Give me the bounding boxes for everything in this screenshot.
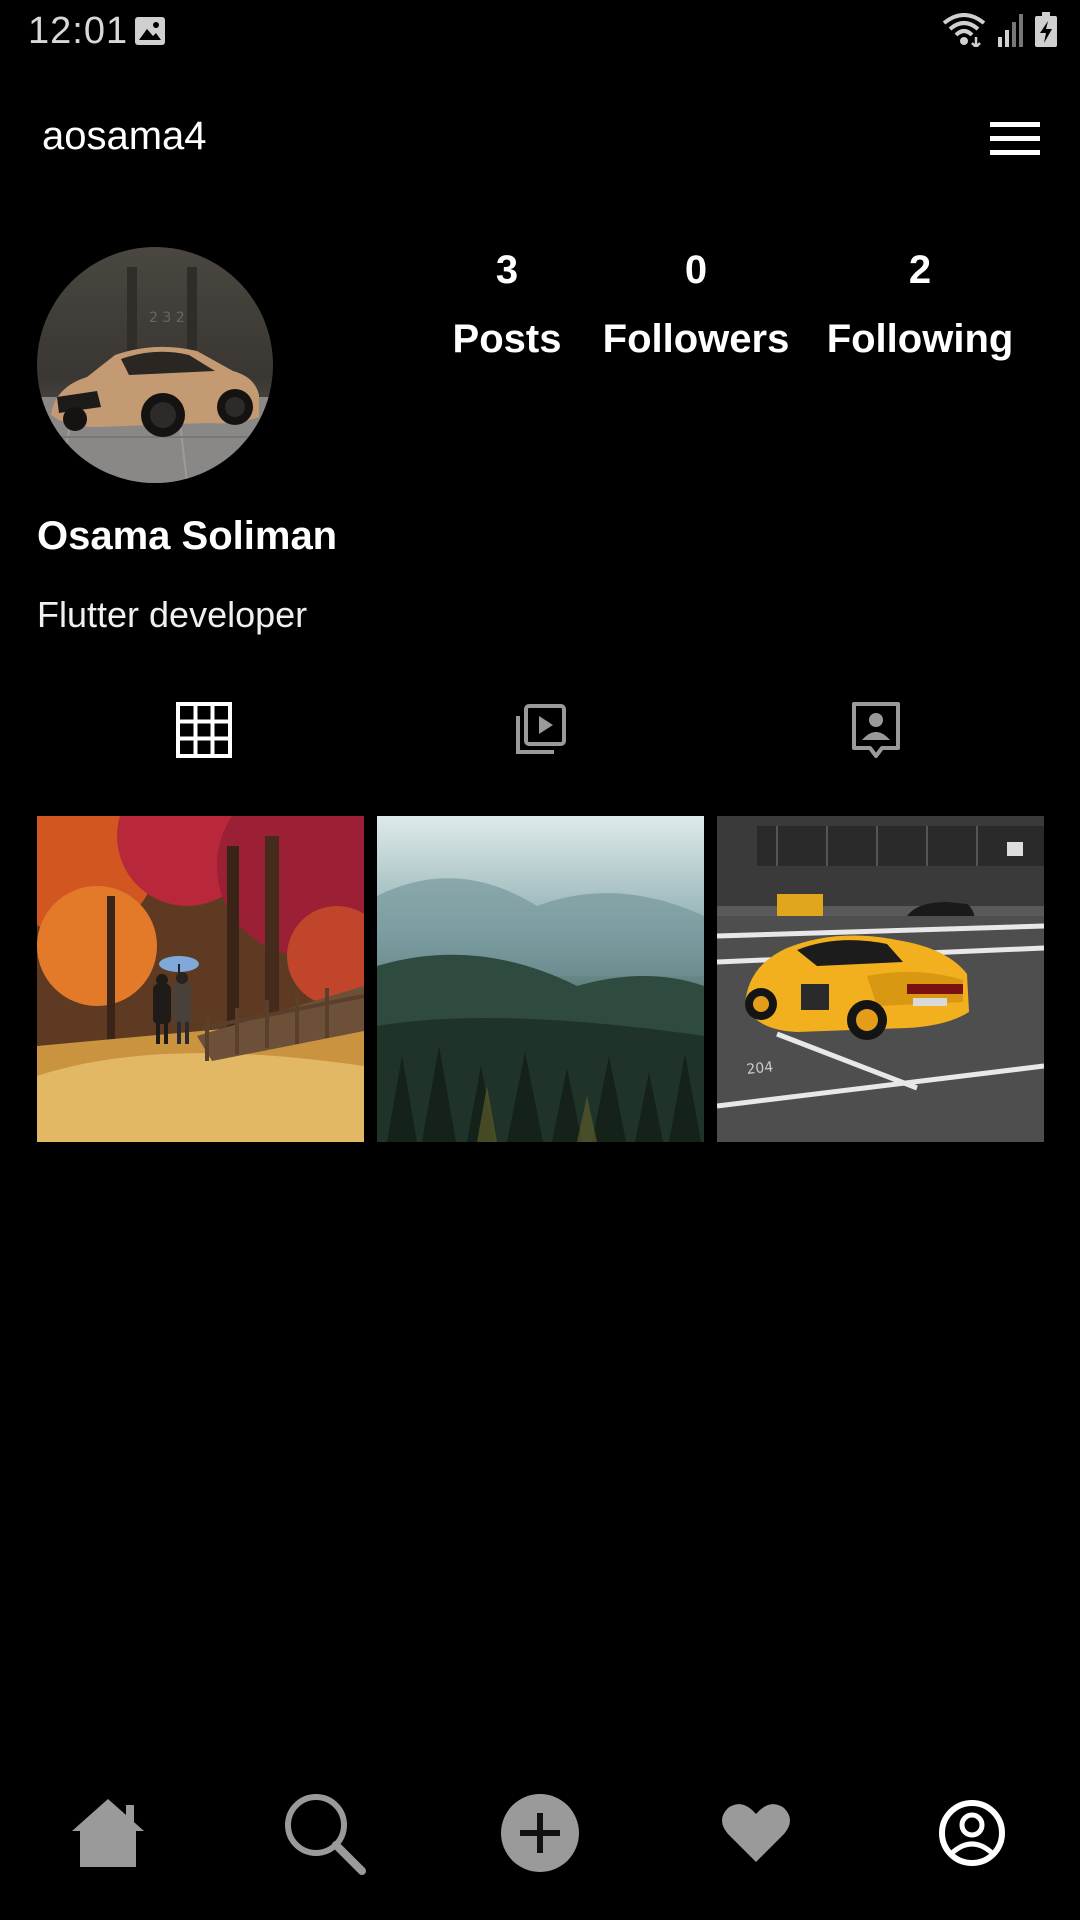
followers-count: 0 [684, 248, 708, 292]
hamburger-menu-icon[interactable] [990, 120, 1040, 156]
username-title: aosama4 [42, 114, 207, 158]
followers-stat[interactable]: 0 Followers [596, 245, 796, 365]
nav-home[interactable] [53, 1780, 163, 1890]
profile-screen: 12:01 aosama4 2 3 2 3 Posts 0 Followers … [0, 0, 1080, 1920]
avatar[interactable]: 2 3 2 [37, 247, 273, 483]
post-thumbnail-autumn-park[interactable] [37, 816, 364, 1142]
app-bar: aosama4 [0, 90, 1080, 190]
nav-profile[interactable] [917, 1780, 1027, 1890]
post-thumbnail-yellow-car[interactable]: 204 [717, 816, 1044, 1142]
search-icon [282, 1791, 366, 1880]
followers-label: Followers [602, 317, 790, 361]
following-label: Following [826, 317, 1014, 361]
posts-label: Posts [452, 317, 562, 361]
tab-reels[interactable] [500, 692, 580, 772]
nav-search[interactable] [269, 1780, 379, 1890]
following-count: 2 [908, 248, 932, 292]
nav-add[interactable] [485, 1780, 595, 1890]
grid-icon [176, 701, 232, 763]
bottom-nav [0, 1780, 1080, 1890]
home-icon [70, 1797, 146, 1874]
add-icon [500, 1793, 580, 1878]
svg-text:2 3 2: 2 3 2 [149, 310, 185, 326]
nav-heart[interactable] [701, 1780, 811, 1890]
tab-grid[interactable] [164, 692, 244, 772]
following-stat[interactable]: 2 Following [822, 245, 1018, 365]
posts-count: 3 [495, 248, 519, 292]
status-bar: 12:01 [0, 0, 1080, 64]
image-icon [134, 16, 166, 46]
post-thumbnail-misty-forest[interactable] [377, 816, 704, 1142]
reels-icon [512, 702, 568, 763]
tab-tagged[interactable] [836, 692, 916, 772]
signal-icon [996, 13, 1024, 52]
profile-icon [938, 1799, 1006, 1872]
svg-text:204: 204 [746, 1059, 774, 1078]
posts-stat[interactable]: 3 Posts [440, 245, 574, 365]
heart-icon [722, 1802, 790, 1869]
status-time: 12:01 [28, 10, 129, 52]
display-name: Osama Soliman [37, 514, 338, 558]
status-icons [942, 12, 1058, 53]
battery-charging-icon [1034, 12, 1058, 53]
wifi-icon [942, 13, 986, 52]
bio: Flutter developer [37, 594, 308, 635]
tagged-icon [848, 700, 904, 765]
